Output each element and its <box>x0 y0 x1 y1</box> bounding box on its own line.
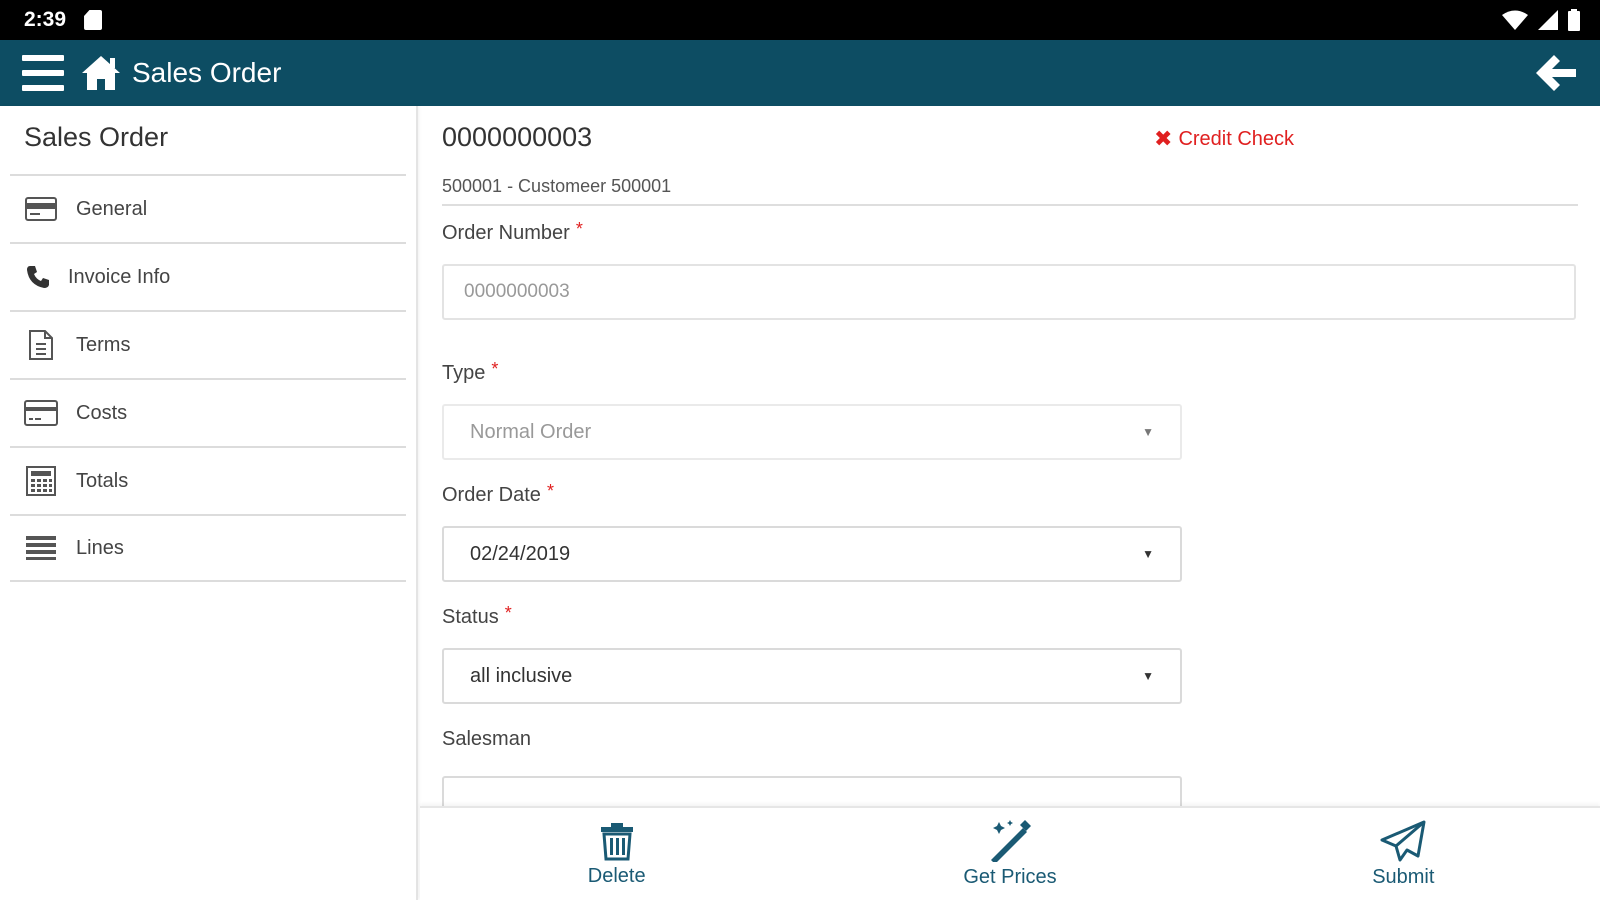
order-number-field[interactable]: 0000000003 <box>442 264 1576 320</box>
status-label: Status * <box>442 603 512 628</box>
required-marker: * <box>491 359 499 379</box>
signal-icon <box>1538 10 1558 30</box>
sidebar-item-terms[interactable]: Terms <box>10 310 406 378</box>
app-bar: Sales Order <box>0 40 1600 106</box>
credit-check-link[interactable]: ✖ Credit Check <box>1154 126 1294 152</box>
sidebar-item-general[interactable]: General <box>10 174 406 242</box>
battery-icon <box>1568 9 1580 31</box>
sidebar-nav: General Invoice Info Terms Costs Totals <box>10 174 406 582</box>
customer-name: 500001 - Customeer 500001 <box>442 176 672 196</box>
credit-check-label: Credit Check <box>1178 127 1295 150</box>
sd-card-icon <box>84 10 103 30</box>
type-select[interactable]: Normal Order ▼ <box>442 404 1182 460</box>
sidebar-item-costs[interactable]: Costs <box>10 378 406 446</box>
salesman-label: Salesman <box>442 728 531 750</box>
list-icon <box>24 533 58 563</box>
home-icon[interactable] <box>80 54 122 92</box>
sidebar-item-label: Terms <box>76 333 131 356</box>
order-date-select[interactable]: 02/24/2019 ▼ <box>442 526 1182 582</box>
order-id: 0000000003 <box>442 122 593 152</box>
paper-plane-icon <box>1380 820 1426 861</box>
order-number-label: Order Number * <box>442 219 583 244</box>
sidebar-item-label: Lines <box>76 536 124 559</box>
required-marker: * <box>575 219 583 239</box>
chevron-down-icon: ▼ <box>1142 669 1154 683</box>
order-date-label: Order Date * <box>442 481 554 506</box>
main-content: 0000000003 ✖ Credit Check 500001 - Custo… <box>420 106 1600 806</box>
type-label: Type * <box>442 359 499 384</box>
sidebar-item-label: Invoice Info <box>68 265 171 288</box>
status-time: 2:39 <box>24 8 67 31</box>
close-icon: ✖ <box>1154 126 1173 151</box>
delete-button[interactable]: Delete <box>420 808 813 900</box>
app-title: Sales Order <box>132 57 282 88</box>
status-bar: 2:39 <box>0 0 1600 40</box>
chevron-down-icon: ▼ <box>1142 425 1154 439</box>
sidebar-item-lines[interactable]: Lines <box>10 514 406 582</box>
phone-icon <box>24 262 52 292</box>
chevron-down-icon: ▼ <box>1142 547 1154 561</box>
sidebar-item-label: General <box>76 197 148 220</box>
required-marker: * <box>546 481 554 501</box>
magic-wand-icon <box>990 819 1031 862</box>
delete-label: Delete <box>587 864 646 887</box>
credit-card-icon <box>24 398 58 428</box>
sidebar-item-label: Totals <box>76 469 129 492</box>
get-prices-label: Get Prices <box>963 865 1057 888</box>
calculator-icon <box>24 466 58 496</box>
order-header: 0000000003 ✖ Credit Check 500001 - Custo… <box>442 106 1578 206</box>
trash-icon <box>600 822 633 860</box>
document-icon <box>24 330 58 360</box>
submit-button[interactable]: Submit <box>1207 808 1600 900</box>
sidebar-item-label: Costs <box>76 401 128 424</box>
salesman-select[interactable]: ▼ <box>442 776 1182 806</box>
get-prices-button[interactable]: Get Prices <box>813 808 1206 900</box>
sidebar-item-invoice-info[interactable]: Invoice Info <box>10 242 406 310</box>
sidebar-item-totals[interactable]: Totals <box>10 446 406 514</box>
submit-label: Submit <box>1372 865 1435 888</box>
action-bar: Delete Get Prices Submit <box>420 806 1600 900</box>
back-arrow-icon[interactable] <box>1534 53 1578 93</box>
status-select[interactable]: all inclusive ▼ <box>442 648 1182 704</box>
sidebar: Sales Order General Invoice Info Terms C… <box>0 106 418 900</box>
card-icon <box>24 194 58 224</box>
menu-icon[interactable] <box>22 55 64 91</box>
sidebar-title: Sales Order <box>24 122 169 152</box>
required-marker: * <box>504 603 512 623</box>
wifi-icon <box>1502 10 1528 30</box>
